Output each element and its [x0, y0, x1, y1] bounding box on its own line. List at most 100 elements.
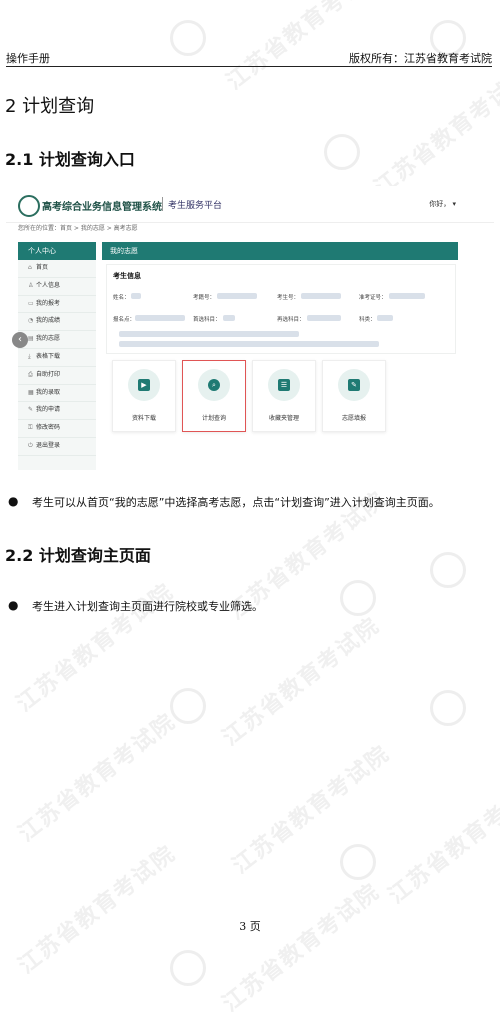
watermark-text: 江苏省教育考试院: [14, 709, 181, 847]
sidebar-item-icon: ⎙: [28, 370, 33, 378]
sidebar-item-icon: ▤: [28, 335, 34, 343]
sidebar-item[interactable]: ◔ 我的成绩: [18, 313, 96, 332]
sidebar-item[interactable]: ⤓ 表格下载: [18, 349, 96, 367]
sidebar-item[interactable]: ⌂ 首页: [18, 260, 96, 278]
watermark-text: 江苏省教育考试院: [12, 579, 179, 717]
sidebar-item-label: 首页: [36, 264, 49, 271]
watermark-text: 江苏省教育考试院: [370, 63, 500, 201]
sidebar-item-label: 表格下载: [36, 352, 61, 360]
sidebar-item[interactable]: ♙ 个人信息: [18, 278, 96, 296]
sidebar-item-label: 我的志愿: [36, 335, 61, 343]
embedded-screenshot: 高考综合业务信息管理系统 考生服务平台 你好， ▾ 您所在的位置：首页 > 我的…: [6, 186, 494, 472]
card-label: 志愿填报: [341, 415, 366, 422]
play-icon: ▶: [138, 379, 150, 391]
sidebar-item-label: 我的申请: [36, 406, 61, 414]
field-label: 再选科目：: [277, 317, 305, 323]
list-icon: ☰: [278, 379, 290, 391]
watermark-text: 江苏省教育考试院: [218, 613, 385, 751]
redacted-value: [119, 341, 379, 347]
watermark-text: 江苏省教育考试院: [14, 841, 181, 979]
field-label: 考生号：: [277, 295, 300, 301]
sidebar-item-icon: ▦: [28, 388, 34, 396]
search-icon: ⌕: [208, 379, 220, 391]
main-panel: 我的志愿 考生信息 姓名： 考籍号： 考生号： 准考证号： 报名点： 首选科目：…: [102, 242, 458, 470]
sidebar-item[interactable]: ⏻ 退出登录: [18, 438, 96, 456]
watermark-logo-icon: [430, 552, 466, 588]
card-label: 计划查询: [201, 415, 226, 422]
sidebar-item-label: 个人信息: [36, 281, 61, 289]
sidebar-item-icon: ♙: [28, 281, 34, 289]
bullet-text-entry: 考生可以从首页“我的志愿”中选择高考志愿，点击“计划查询”进入计划查询主页面。: [32, 496, 440, 509]
breadcrumb: 您所在的位置：首页 > 我的志愿 > 高考志愿: [18, 225, 138, 232]
bullet-text-main: 考生进入计划查询主页面进行院校或专业筛选。: [32, 600, 263, 613]
edit-icon: ✎: [348, 379, 360, 391]
header-left-text: 操作手册: [6, 52, 50, 65]
student-info-card: 考生信息 姓名： 考籍号： 考生号： 准考证号： 报名点： 首选科目： 再选科目…: [106, 264, 456, 354]
watermark-text: 江苏省教育考试院: [218, 879, 385, 1017]
redacted-value: [135, 315, 185, 321]
watermark-logo-icon: [340, 844, 376, 880]
field-label: 首选科目：: [193, 317, 221, 323]
watermark-logo-icon: [430, 690, 466, 726]
sidebar-item[interactable]: ▭ 我的报考: [18, 296, 96, 314]
app-logo-icon: [18, 195, 40, 217]
field-label: 姓名：: [113, 295, 130, 301]
card-label: 资料下载: [131, 415, 156, 422]
page-header: 操作手册 版权所有：江苏省教育考试院: [6, 50, 492, 67]
card-label: 收藏夹管理: [268, 415, 299, 422]
app-title: 高考综合业务信息管理系统: [42, 202, 162, 213]
sidebar-item[interactable]: ⎙ 自助打印: [18, 367, 96, 385]
card-favorites[interactable]: ☰ 收藏夹管理: [252, 360, 316, 432]
field-label: 考籍号：: [193, 295, 216, 301]
watermark-logo-icon: [170, 950, 206, 986]
sidebar: 个人中心 ⌂ 首页 ♙ 个人信息 ▭ 我的报考 ◔ 我的成绩 ▤ 我的志愿 ⤓ 表格下载 ⎙ 自助打印 ▦ 我…: [18, 242, 96, 470]
redacted-value: [131, 293, 141, 299]
sidebar-header: 个人中心: [18, 242, 96, 260]
sidebar-item[interactable]: ✎ 我的申请: [18, 402, 96, 421]
redacted-value: [301, 293, 341, 299]
app-subtitle: 考生服务平台: [168, 201, 223, 211]
sidebar-item-icon: ⌂: [28, 264, 32, 271]
section-title: 2 计划查询: [5, 96, 95, 117]
field-label: 准考证号：: [359, 295, 387, 301]
watermark-logo-icon: [340, 580, 376, 616]
title-divider: [162, 197, 163, 211]
sidebar-item-icon: ✎: [28, 406, 34, 414]
field-label: 报名点：: [113, 317, 136, 323]
card-plan-query[interactable]: ⌕ 计划查询: [182, 360, 246, 432]
sidebar-item[interactable]: ⚿ 修改密码: [18, 420, 96, 438]
sidebar-item[interactable]: ▦ 我的录取: [18, 385, 96, 403]
page-number: 3 页: [239, 920, 261, 933]
redacted-value: [307, 315, 341, 321]
sidebar-item-label: 自助打印: [36, 370, 61, 378]
card-icon-bg: ▶: [128, 369, 160, 401]
card-download[interactable]: ▶ 资料下载: [112, 360, 176, 432]
sidebar-item-icon: ◔: [28, 317, 34, 325]
main-panel-header: 我的志愿: [102, 242, 458, 260]
student-info-title: 考生信息: [113, 272, 141, 280]
sidebar-item-icon: ⤓: [28, 352, 31, 360]
sidebar-item-label: 退出登录: [36, 441, 61, 449]
redacted-value: [377, 315, 393, 321]
watermark-logo-icon: [324, 134, 360, 170]
watermark-logo-icon: [170, 688, 206, 724]
watermark-text: 江苏省教育考试院: [228, 741, 395, 879]
card-icon-bg: ⌕: [198, 369, 230, 401]
card-apply[interactable]: ✎ 志愿填报: [322, 360, 386, 432]
watermark-text: 江苏省教育考试院: [384, 771, 500, 909]
card-icon-bg: ☰: [268, 369, 300, 401]
sidebar-item[interactable]: ▤ 我的志愿: [18, 331, 96, 349]
sidebar-item-icon: ▭: [28, 299, 34, 307]
bullet-icon: ●: [8, 598, 19, 612]
redacted-value: [119, 331, 299, 337]
chevron-left-icon[interactable]: ‹: [12, 332, 28, 348]
subsection-title-main: 2.2 计划查询主页面: [5, 546, 151, 565]
user-greeting[interactable]: 你好， ▾: [429, 199, 456, 209]
sidebar-item-icon: ⚿: [28, 424, 33, 432]
card-icon-bg: ✎: [338, 369, 370, 401]
app-top-bar: 高考综合业务信息管理系统 考生服务平台 你好， ▾: [6, 186, 494, 223]
watermark-text: 江苏省教育考试院: [222, 0, 389, 95]
redacted-value: [223, 315, 235, 321]
field-label: 科类：: [359, 317, 376, 323]
sidebar-item-label: 我的录取: [36, 388, 61, 396]
